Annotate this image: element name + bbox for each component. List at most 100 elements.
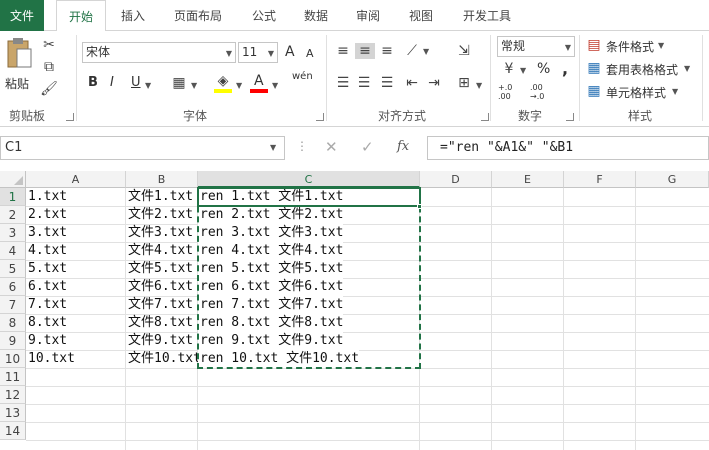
border-icon[interactable]: ▦ (170, 75, 188, 91)
cell-a3[interactable]: 3.txt (26, 224, 67, 242)
orientation-icon[interactable]: ⟋ (403, 43, 421, 59)
column-header-e[interactable]: E (492, 171, 564, 188)
column-header-g[interactable]: G (636, 171, 709, 188)
column-header-a[interactable]: A (26, 171, 126, 188)
underline-button[interactable]: U (131, 75, 141, 90)
row-header[interactable]: 4 (0, 242, 26, 260)
cell-a5[interactable]: 5.txt (26, 260, 67, 278)
row-header[interactable]: 13 (0, 404, 26, 422)
name-box-dropdown-icon[interactable]: ▼ (270, 143, 276, 152)
select-all-corner[interactable] (0, 171, 26, 188)
cancel-icon[interactable]: ✕ (325, 138, 338, 156)
font-color-button[interactable]: A (249, 73, 269, 95)
worksheet-grid[interactable]: A B C D E F G 1 2 3 4 5 6 7 8 9 10 11 12… (0, 171, 709, 450)
column-header-d[interactable]: D (420, 171, 492, 188)
align-right-icon[interactable]: ☰ (378, 75, 396, 91)
insert-function-icon[interactable]: fx (397, 139, 409, 154)
number-format-select[interactable]: 常规 ▼ (497, 36, 575, 57)
cell-b5[interactable]: 文件5.txt (126, 260, 193, 278)
cell-a8[interactable]: 8.txt (26, 314, 67, 332)
number-launcher[interactable] (566, 113, 574, 121)
tab-view[interactable]: 视图 (400, 0, 442, 31)
cell-a1[interactable]: 1.txt (26, 188, 67, 206)
column-header-f[interactable]: F (564, 171, 636, 188)
cell-a9[interactable]: 9.txt (26, 332, 67, 350)
copy-icon[interactable]: ⧉ (40, 59, 58, 75)
align-top-icon[interactable]: ≡ (334, 43, 352, 59)
comma-button[interactable]: , (562, 59, 568, 78)
formula-input[interactable]: ="ren "&A1&" "&B1 (427, 136, 709, 160)
cell-a2[interactable]: 2.txt (26, 206, 67, 224)
ribbon-home: 粘贴 ✂ ⧉ 🖌 剪贴板 宋体 ▼ 11 ▼ A A B I U ▼ ▦ ▼ ◈ ▼… (0, 31, 709, 127)
format-as-table-button[interactable]: ▦ 套用表格格式 ▼ (586, 59, 706, 79)
tab-insert[interactable]: 插入 (112, 0, 154, 31)
column-header-b[interactable]: B (126, 171, 198, 188)
cell-b6[interactable]: 文件6.txt (126, 278, 193, 296)
row-header[interactable]: 10 (0, 350, 26, 368)
font-launcher[interactable] (316, 113, 324, 121)
row-header[interactable]: 11 (0, 368, 26, 386)
italic-button[interactable]: I (110, 75, 114, 90)
row-header[interactable]: 9 (0, 332, 26, 350)
shrink-font-button[interactable]: A (306, 47, 314, 60)
align-bottom-icon[interactable]: ≡ (378, 43, 396, 59)
decrease-indent-icon[interactable]: ⇤ (403, 75, 421, 91)
row-header[interactable]: 8 (0, 314, 26, 332)
font-size-select[interactable]: 11 ▼ (238, 42, 278, 63)
row-header[interactable]: 5 (0, 260, 26, 278)
tab-developer[interactable]: 开发工具 (454, 0, 520, 31)
column-header-c[interactable]: C (198, 171, 420, 188)
cell-b4[interactable]: 文件4.txt (126, 242, 193, 260)
merge-center-icon[interactable]: ⊞ (455, 75, 473, 91)
font-name-select[interactable]: 宋体 ▼ (82, 42, 236, 63)
cell-b2[interactable]: 文件2.txt (126, 206, 193, 224)
cell-a6[interactable]: 6.txt (26, 278, 67, 296)
accounting-format-icon[interactable]: ¥ (499, 61, 519, 77)
phonetic-button[interactable]: wén (292, 71, 313, 82)
wrap-text-icon[interactable]: ⇲ (455, 43, 473, 59)
row-header[interactable]: 2 (0, 206, 26, 224)
cell-styles-button[interactable]: ▦ 单元格样式 ▼ (586, 82, 696, 102)
decrease-decimal-button[interactable]: .00 →.0 (530, 83, 558, 101)
name-box[interactable]: C1 (0, 136, 285, 160)
cell-b3[interactable]: 文件3.txt (126, 224, 193, 242)
cell-b10[interactable]: 文件10.txt (126, 350, 201, 368)
cell-a10[interactable]: 10.txt (26, 350, 75, 368)
tab-formulas[interactable]: 公式 (244, 0, 284, 31)
conditional-formatting-button[interactable]: ▤ 条件格式 ▼ (586, 36, 696, 56)
tab-home[interactable]: 开始 (56, 0, 106, 32)
row-header[interactable]: 1 (0, 188, 26, 206)
tab-review[interactable]: 审阅 (348, 0, 388, 31)
tab-page-layout[interactable]: 页面布局 (166, 0, 230, 31)
tab-data[interactable]: 数据 (296, 0, 336, 31)
increase-indent-icon[interactable]: ⇥ (425, 75, 443, 91)
grow-font-button[interactable]: A (285, 44, 295, 60)
align-left-icon[interactable]: ☰ (334, 75, 352, 91)
clipboard-launcher[interactable] (66, 113, 74, 121)
fill-color-button[interactable]: ◈ (213, 73, 233, 95)
cut-icon[interactable]: ✂ (40, 37, 58, 53)
alignment-launcher[interactable] (481, 113, 489, 121)
row-header[interactable]: 7 (0, 296, 26, 314)
cell-b7[interactable]: 文件7.txt (126, 296, 193, 314)
align-middle-icon[interactable]: ≡ (355, 43, 375, 59)
cell-a7[interactable]: 7.txt (26, 296, 67, 314)
increase-decimal-button[interactable]: +.0 .00 (498, 83, 526, 101)
cell-b9[interactable]: 文件9.txt (126, 332, 193, 350)
percent-button[interactable]: % (537, 61, 550, 77)
bold-button[interactable]: B (88, 75, 98, 90)
tab-file[interactable]: 文件 (0, 0, 44, 31)
cell-a4[interactable]: 4.txt (26, 242, 67, 260)
fill-handle[interactable] (417, 204, 422, 209)
row-header[interactable]: 3 (0, 224, 26, 242)
cell-b8[interactable]: 文件8.txt (126, 314, 193, 332)
ribbon-tab-bar: 文件 开始 插入 页面布局 公式 数据 审阅 视图 开发工具 (0, 0, 709, 32)
row-header[interactable]: 12 (0, 386, 26, 404)
format-painter-icon[interactable]: 🖌 (40, 81, 58, 97)
align-center-icon[interactable]: ☰ (355, 75, 373, 91)
enter-icon[interactable]: ✓ (361, 138, 374, 156)
paste-button[interactable]: 粘贴 (3, 37, 35, 93)
row-header[interactable]: 6 (0, 278, 26, 296)
row-header[interactable]: 14 (0, 422, 26, 440)
cell-b1[interactable]: 文件1.txt (126, 188, 193, 206)
